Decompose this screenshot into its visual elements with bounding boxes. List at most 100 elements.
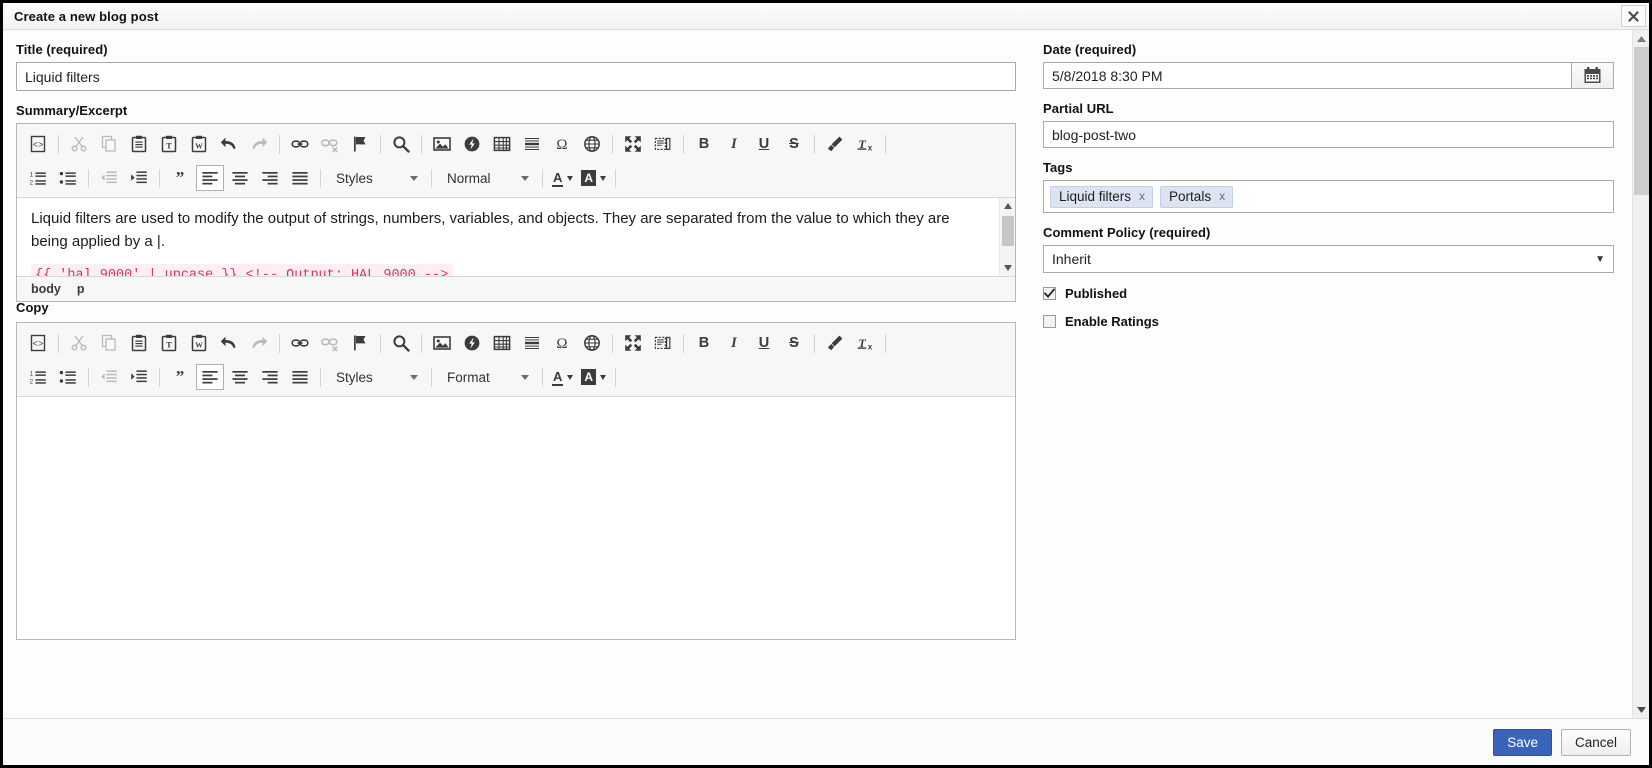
copy-formatting-icon[interactable] bbox=[821, 131, 849, 157]
cancel-button[interactable]: Cancel bbox=[1560, 728, 1631, 756]
summary-editor-content[interactable]: Liquid filters are used to modify the ou… bbox=[17, 198, 1015, 276]
paste-as-plain-text-icon[interactable]: T bbox=[155, 330, 183, 356]
text-color-button[interactable]: A bbox=[549, 165, 576, 191]
align-justify-icon[interactable] bbox=[286, 364, 314, 390]
scroll-down-icon[interactable] bbox=[1632, 701, 1649, 718]
background-color-button[interactable]: A bbox=[578, 165, 609, 191]
strikethrough-icon[interactable]: S bbox=[780, 330, 808, 356]
special-character-icon[interactable]: Ω bbox=[548, 330, 576, 356]
iframe-icon[interactable] bbox=[578, 131, 606, 157]
increase-indent-icon[interactable] bbox=[125, 364, 153, 390]
save-button[interactable]: Save bbox=[1493, 728, 1552, 756]
path-p[interactable]: p bbox=[77, 282, 85, 296]
underline-icon[interactable]: U bbox=[750, 131, 778, 157]
scroll-thumb[interactable] bbox=[1633, 47, 1649, 195]
published-label[interactable]: Published bbox=[1065, 286, 1127, 301]
paste-as-plain-text-icon[interactable]: T bbox=[155, 131, 183, 157]
remove-format-icon[interactable]: Tx bbox=[851, 131, 879, 157]
blockquote-icon[interactable]: ” bbox=[166, 364, 194, 390]
iframe-icon[interactable] bbox=[578, 330, 606, 356]
bold-icon[interactable]: B bbox=[690, 131, 718, 157]
enable-ratings-label[interactable]: Enable Ratings bbox=[1065, 314, 1159, 329]
source-icon[interactable]: <> bbox=[24, 330, 52, 356]
text-color-button[interactable]: A bbox=[549, 364, 576, 390]
title-input[interactable] bbox=[16, 62, 1016, 91]
scroll-track[interactable] bbox=[1000, 214, 1016, 260]
align-center-icon[interactable] bbox=[226, 165, 254, 191]
path-body[interactable]: body bbox=[31, 282, 61, 296]
align-center-icon[interactable] bbox=[226, 364, 254, 390]
special-character-icon[interactable]: Ω bbox=[548, 131, 576, 157]
dialog-vertical-scrollbar[interactable] bbox=[1632, 30, 1649, 718]
tags-input[interactable]: Liquid filters x Portals x bbox=[1043, 180, 1614, 213]
italic-icon[interactable]: I bbox=[720, 131, 748, 157]
partial-url-input[interactable] bbox=[1043, 121, 1614, 148]
horizontal-rule-icon[interactable] bbox=[518, 131, 546, 157]
calendar-picker-button[interactable] bbox=[1570, 62, 1614, 89]
undo-icon[interactable] bbox=[215, 131, 243, 157]
scroll-thumb[interactable] bbox=[1001, 216, 1014, 246]
scroll-track[interactable] bbox=[1632, 47, 1649, 701]
remove-format-icon[interactable]: Tx bbox=[851, 330, 879, 356]
show-blocks-icon[interactable] bbox=[649, 131, 677, 157]
styles-dropdown[interactable]: Styles bbox=[328, 166, 424, 191]
underline-icon[interactable]: U bbox=[750, 330, 778, 356]
flash-icon[interactable] bbox=[458, 330, 486, 356]
date-input[interactable] bbox=[1043, 62, 1571, 89]
format-dropdown[interactable]: Format bbox=[439, 365, 535, 390]
bulleted-list-icon[interactable] bbox=[54, 165, 82, 191]
copy-formatting-icon[interactable] bbox=[821, 330, 849, 356]
comment-policy-select[interactable]: InheritOpenModeratedClosedNone bbox=[1043, 245, 1614, 273]
bold-icon[interactable]: B bbox=[690, 330, 718, 356]
tag-remove-icon[interactable]: x bbox=[1139, 189, 1145, 203]
align-justify-icon[interactable] bbox=[286, 165, 314, 191]
align-left-icon[interactable] bbox=[196, 165, 224, 191]
background-color-button[interactable]: A bbox=[578, 364, 609, 390]
image-icon[interactable] bbox=[428, 131, 456, 157]
strikethrough-icon[interactable]: S bbox=[780, 131, 808, 157]
paste-icon[interactable] bbox=[125, 131, 153, 157]
paste-from-word-icon[interactable]: W bbox=[185, 330, 213, 356]
paste-from-word-icon[interactable]: W bbox=[185, 131, 213, 157]
link-icon[interactable] bbox=[286, 330, 314, 356]
blockquote-icon[interactable]: ” bbox=[166, 165, 194, 191]
search-icon[interactable] bbox=[387, 131, 415, 157]
link-icon[interactable] bbox=[286, 131, 314, 157]
align-right-icon[interactable] bbox=[256, 364, 284, 390]
enable-ratings-checkbox[interactable] bbox=[1043, 315, 1056, 328]
anchor-icon[interactable] bbox=[346, 131, 374, 157]
maximize-icon[interactable] bbox=[619, 131, 647, 157]
published-checkbox-row[interactable]: Published bbox=[1043, 286, 1614, 301]
undo-icon[interactable] bbox=[215, 330, 243, 356]
copy-editor-content[interactable] bbox=[17, 397, 1015, 639]
maximize-icon[interactable] bbox=[619, 330, 647, 356]
align-left-icon[interactable] bbox=[196, 364, 224, 390]
italic-icon[interactable]: I bbox=[720, 330, 748, 356]
source-icon[interactable]: <> bbox=[24, 131, 52, 157]
show-blocks-icon[interactable] bbox=[649, 330, 677, 356]
published-checkbox[interactable] bbox=[1043, 287, 1056, 300]
search-icon[interactable] bbox=[387, 330, 415, 356]
align-right-icon[interactable] bbox=[256, 165, 284, 191]
anchor-icon[interactable] bbox=[346, 330, 374, 356]
table-icon[interactable] bbox=[488, 330, 516, 356]
numbered-list-icon[interactable]: 12 bbox=[24, 165, 52, 191]
styles-dropdown[interactable]: Styles bbox=[328, 365, 424, 390]
scroll-up-icon[interactable] bbox=[1632, 30, 1649, 47]
flash-icon[interactable] bbox=[458, 131, 486, 157]
increase-indent-icon[interactable] bbox=[125, 165, 153, 191]
horizontal-rule-icon[interactable] bbox=[518, 330, 546, 356]
table-icon[interactable] bbox=[488, 131, 516, 157]
copy-editable-area[interactable] bbox=[17, 397, 1015, 639]
bulleted-list-icon[interactable] bbox=[54, 364, 82, 390]
image-icon[interactable] bbox=[428, 330, 456, 356]
scroll-down-icon[interactable] bbox=[1000, 260, 1016, 276]
enable-ratings-checkbox-row[interactable]: Enable Ratings bbox=[1043, 314, 1614, 329]
scroll-up-icon[interactable] bbox=[1000, 198, 1016, 214]
format-dropdown[interactable]: Normal bbox=[439, 166, 535, 191]
summary-editor-scrollbar[interactable] bbox=[999, 198, 1015, 276]
close-button[interactable] bbox=[1621, 5, 1646, 27]
numbered-list-icon[interactable]: 12 bbox=[24, 364, 52, 390]
summary-editable-area[interactable]: Liquid filters are used to modify the ou… bbox=[17, 198, 999, 276]
paste-icon[interactable] bbox=[125, 330, 153, 356]
